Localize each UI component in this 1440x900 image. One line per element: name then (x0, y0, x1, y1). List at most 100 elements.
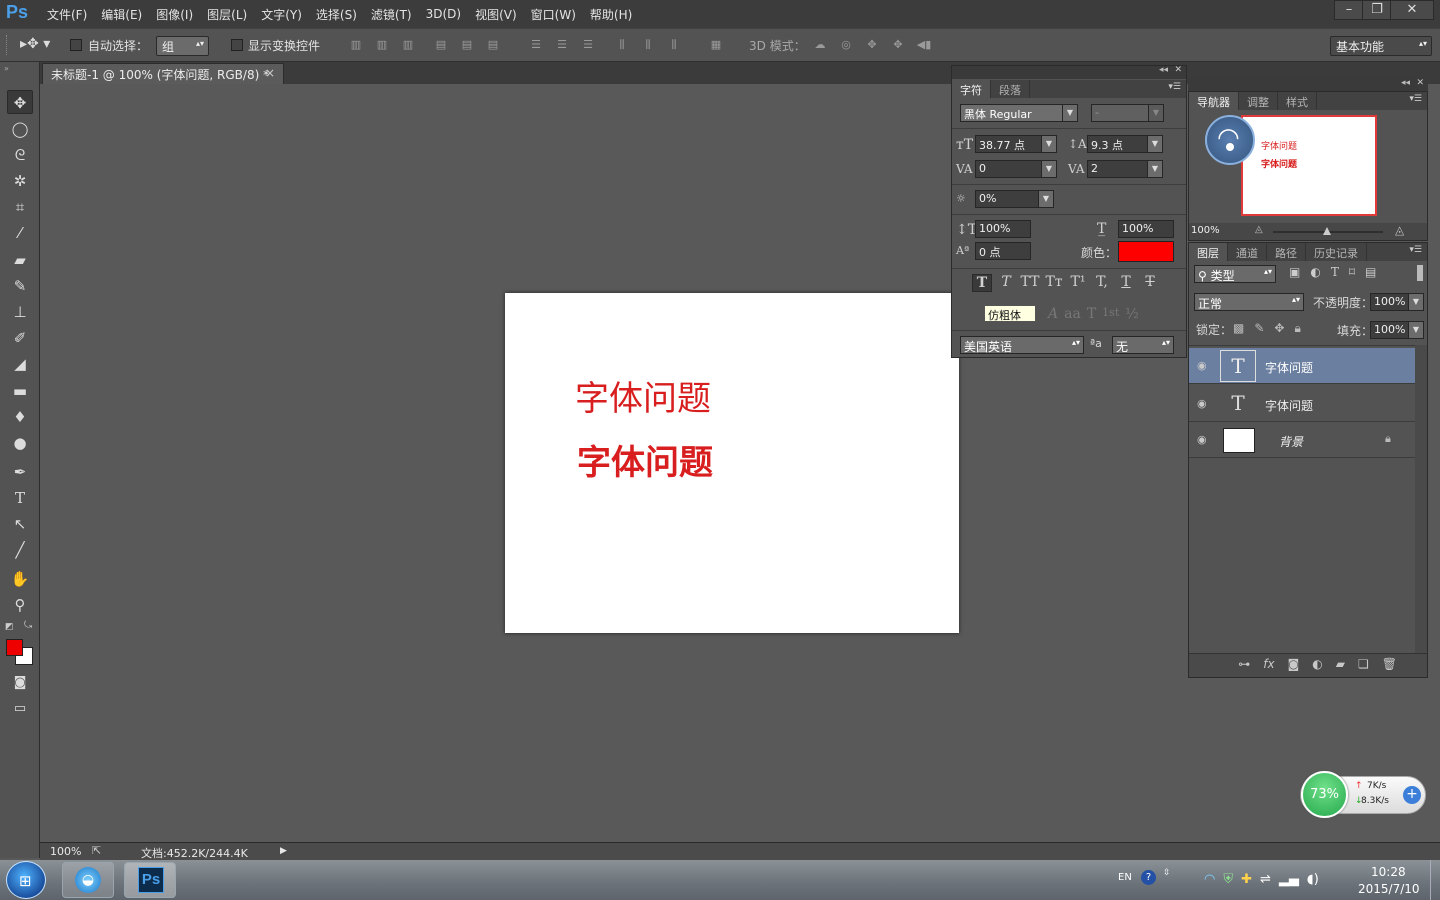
start-button[interactable]: ⊞ (6, 861, 46, 899)
visibility-eye-icon[interactable]: ◉ (1197, 433, 1211, 447)
panel-menu-icon[interactable]: ▾☰ (1404, 243, 1427, 261)
blur-icon[interactable]: ♦ (7, 405, 33, 429)
3d-orbit-icon[interactable]: ☁ (812, 37, 828, 53)
restore-button[interactable]: ❐ (1362, 0, 1392, 20)
menu-3d[interactable]: 3D(D) (419, 7, 468, 21)
gradient-icon[interactable]: ▬ (7, 379, 33, 403)
auto-select-checkbox[interactable] (70, 39, 82, 51)
menu-type[interactable]: 文字(Y) (254, 6, 309, 23)
filter-smart-icon[interactable]: ▤ (1365, 265, 1376, 279)
lock-transparent-icon[interactable]: ▩ (1233, 321, 1244, 336)
move-tool-icon[interactable]: ✥ (7, 90, 33, 114)
magic-wand-icon[interactable]: ✲ (7, 169, 33, 193)
zoom-icon[interactable]: ⚲ (7, 593, 33, 617)
opacity-field[interactable]: 100% (1370, 293, 1410, 311)
tab-layers[interactable]: 图层 (1189, 243, 1228, 261)
pen-icon[interactable]: ✒ (7, 460, 33, 484)
panel-menu-icon[interactable]: ▾☰ (1163, 80, 1186, 98)
wifi-tray-icon[interactable]: ◠ (1204, 872, 1215, 887)
faux-italic-button[interactable]: T (996, 274, 1016, 292)
layer-row[interactable]: ◉ T 字体问题 (1189, 386, 1415, 422)
clock-date[interactable]: 2015/7/10 (1358, 882, 1420, 896)
font-family-dropdown[interactable]: 黑体 Regular (960, 104, 1072, 122)
navigator-thumbnail[interactable]: 字体问题 字体问题 (1241, 115, 1377, 216)
crop-icon[interactable]: ⌗ (7, 195, 33, 219)
document-info[interactable]: 文档:452.2K/244.4K (141, 845, 248, 861)
kerning-arrow-icon[interactable]: ▼ (1041, 160, 1057, 178)
tab-paths[interactable]: 路径 (1267, 243, 1306, 261)
document-tab[interactable]: 未标题-1 @ 100% (字体问题, RGB/8) * × (42, 63, 284, 84)
type-tool-icon[interactable]: T (7, 486, 33, 510)
status-menu-arrow-icon[interactable]: ▶ (280, 846, 287, 856)
text-color-swatch[interactable] (1118, 241, 1174, 262)
distribute-right-icon[interactable]: ⫼ (666, 37, 682, 53)
ellipse-marquee-icon[interactable]: ◯ (7, 117, 33, 141)
wifi-floating-icon[interactable]: ◠ (1205, 115, 1255, 165)
close-button[interactable]: ✕ (1390, 0, 1434, 20)
visibility-eye-icon[interactable]: ◉ (1197, 359, 1211, 373)
menu-edit[interactable]: 编辑(E) (94, 6, 149, 23)
lock-pixels-icon[interactable]: ✎ (1254, 321, 1264, 336)
layer-row[interactable]: ◉ T 字体问题 (1189, 348, 1415, 384)
brush-icon[interactable]: ✎ (7, 274, 33, 298)
panel-collapse-icon[interactable]: ◂◂ (1401, 78, 1410, 88)
filter-adjustment-icon[interactable]: ◐ (1310, 265, 1320, 279)
360-tray-icon[interactable]: ✚ (1241, 872, 1252, 887)
network-tray-icon[interactable]: ⇌ (1260, 872, 1271, 887)
toolbox-collapse-icon[interactable]: » (4, 64, 9, 73)
boost-plus-icon[interactable]: + (1403, 786, 1421, 804)
tab-character[interactable]: 字符 (952, 80, 991, 98)
right-dock-header[interactable]: ◂◂ ✕ (1188, 78, 1428, 92)
filter-type-icon[interactable]: T (1331, 265, 1339, 279)
default-colors-icon[interactable]: ◩ (5, 622, 14, 632)
faux-bold-button[interactable]: T (972, 274, 992, 292)
input-language[interactable]: EN (1118, 872, 1132, 883)
clock-time[interactable]: 10:28 (1371, 865, 1406, 879)
document-tab-close-icon[interactable]: × (265, 66, 275, 80)
canvas-text-layer-1[interactable]: 字体问题 (575, 371, 711, 420)
layers-scrollbar[interactable] (1415, 345, 1427, 655)
leading-arrow-icon[interactable]: ▼ (1147, 135, 1163, 153)
clone-stamp-icon[interactable]: ⊥ (7, 300, 33, 324)
lasso-icon[interactable]: ᘓ (7, 143, 33, 167)
grip-handle[interactable] (6, 35, 8, 55)
align-hcenter-icon[interactable]: ▤ (459, 37, 475, 53)
eyedropper-icon[interactable]: ⁄ (7, 221, 33, 245)
horizontal-scale-field[interactable]: 100% (1118, 220, 1174, 238)
new-group-icon[interactable]: ▰ (1336, 657, 1345, 677)
font-size-field[interactable]: 38.77 点 (975, 135, 1043, 153)
baseline-shift-field[interactable]: 0 点 (975, 242, 1031, 260)
leading-field[interactable]: 9.3 点 (1087, 135, 1149, 153)
hand-icon[interactable]: ✋ (7, 567, 33, 591)
font-family-arrow-icon[interactable]: ▼ (1062, 104, 1078, 122)
tray-expand-icon[interactable]: ⇳ (1163, 868, 1171, 878)
font-size-arrow-icon[interactable]: ▼ (1041, 135, 1057, 153)
quick-mask-icon[interactable]: ◙ (7, 671, 33, 695)
eraser-icon[interactable]: ◢ (7, 352, 33, 376)
layer-name[interactable]: 背景 (1279, 433, 1303, 450)
zoom-in-icon[interactable]: ◬ (1395, 223, 1404, 237)
character-panel-header[interactable]: ◂◂ ✕ (952, 65, 1186, 79)
move-tool-preset-icon[interactable]: ▸✥ ▾ (20, 36, 50, 52)
layer-style-icon[interactable]: fx (1263, 657, 1274, 677)
blend-mode-dropdown[interactable]: 正常 ▴▾ (1194, 293, 1304, 311)
tab-channels[interactable]: 通道 (1228, 243, 1267, 261)
superscript-button[interactable]: T¹ (1068, 274, 1088, 292)
taskbar-photoshop-app[interactable]: Ps (124, 862, 176, 898)
menu-image[interactable]: 图像(I) (149, 6, 200, 23)
align-right-icon[interactable]: ▤ (485, 37, 501, 53)
panel-menu-icon[interactable]: ▾☰ (1404, 92, 1427, 110)
titling-alt-button[interactable]: T (1087, 306, 1096, 322)
adjustment-layer-icon[interactable]: ◐ (1312, 657, 1322, 677)
new-layer-icon[interactable]: ❏ (1358, 657, 1369, 677)
show-transform-checkbox[interactable] (231, 39, 243, 51)
help-icon[interactable]: ? (1141, 870, 1156, 885)
distribute-vcenter-icon[interactable]: ☰ (554, 37, 570, 53)
kerning-field[interactable]: 0 (975, 160, 1043, 178)
font-style-arrow-icon[interactable]: ▼ (1148, 104, 1164, 122)
antialias-dropdown[interactable]: 无 ▴▾ (1112, 336, 1174, 354)
filter-toggle[interactable] (1417, 265, 1423, 281)
tab-navigator[interactable]: 导航器 (1189, 92, 1239, 110)
menu-select[interactable]: 选择(S) (309, 6, 364, 23)
swap-colors-icon[interactable]: ⤿ (24, 620, 32, 631)
